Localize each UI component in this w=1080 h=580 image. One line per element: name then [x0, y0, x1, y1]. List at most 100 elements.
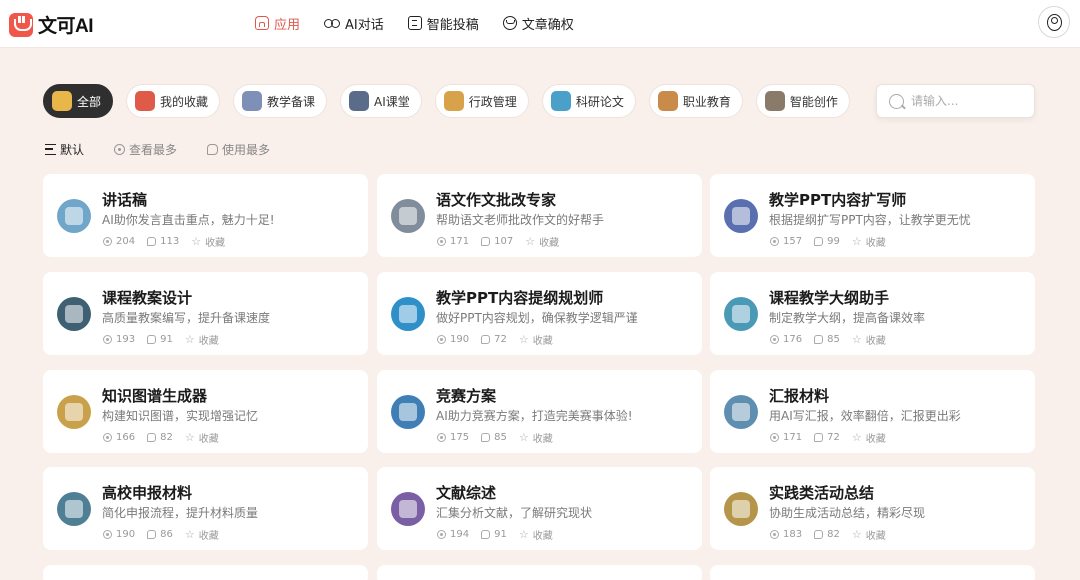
favorite-label[interactable]: 收藏 — [866, 332, 886, 347]
view-count: 166 — [116, 432, 136, 443]
view-icon — [437, 237, 446, 246]
star-icon[interactable]: ☆ — [852, 432, 862, 443]
sort-most-viewed[interactable]: 查看最多 — [114, 141, 177, 158]
chat-icon — [814, 237, 824, 246]
favorite-label[interactable]: 收藏 — [533, 527, 553, 542]
app-icon — [391, 199, 425, 233]
category-vocational[interactable]: 职业教育 — [648, 84, 743, 118]
star-icon[interactable]: ☆ — [185, 529, 195, 540]
favorite-label[interactable]: 收藏 — [199, 527, 219, 542]
favorite-label[interactable]: 收藏 — [866, 234, 886, 249]
app-card[interactable]: 文献综述 汇集分析文献，了解研究现状 194 91 ☆ 收藏 — [377, 467, 702, 550]
favorite-label[interactable]: 收藏 — [539, 234, 559, 249]
star-icon[interactable]: ☆ — [185, 334, 195, 345]
app-card[interactable]: 汇报材料 用AI写汇报，效率翻倍，汇报更出彩 171 72 ☆ 收藏 — [710, 370, 1035, 453]
chat-icon — [814, 530, 824, 539]
star-icon[interactable]: ☆ — [519, 432, 529, 443]
app-card[interactable]: 教学PPT内容扩写师 根据提纲扩写PPT内容，让教学更无忧 157 99 ☆ 收藏 — [710, 174, 1035, 257]
view-count: 157 — [783, 236, 803, 247]
app-card[interactable]: 知识图谱生成器 构建知识图谱，实现增强记忆 166 82 ☆ 收藏 — [43, 370, 368, 453]
category-favorites[interactable]: 我的收藏 — [126, 84, 221, 118]
category-label: 全部 — [77, 94, 102, 109]
favorite-label[interactable]: 收藏 — [533, 332, 553, 347]
chat-icon — [147, 335, 157, 344]
sort-most-used[interactable]: 使用最多 — [207, 141, 270, 158]
app-card[interactable]: 教学PPT内容提纲规划师 做好PPT内容规划，确保教学逻辑严谨 190 72 ☆… — [377, 272, 702, 355]
view-icon — [770, 237, 779, 246]
use-count: 113 — [160, 236, 180, 247]
favorite-label[interactable]: 收藏 — [205, 234, 225, 249]
star-icon[interactable]: ☆ — [185, 432, 195, 443]
search-input[interactable] — [911, 94, 1021, 108]
category-lesson-prep[interactable]: 教学备课 — [233, 84, 328, 118]
app-stats: 171 72 ☆ 收藏 — [770, 430, 886, 445]
view-icon — [770, 335, 779, 344]
top-header: 文可AI 应用 AI对话 智能投稿 文章确权 — [0, 0, 1080, 48]
category-administration[interactable]: 行政管理 — [434, 84, 529, 118]
category-creation[interactable]: 智能创作 — [755, 84, 850, 118]
view-count: 183 — [783, 529, 803, 540]
chat-icon — [481, 530, 491, 539]
category-label: AI课堂 — [374, 94, 410, 109]
category-filter-bar: 全部 我的收藏 教学备课 AI课堂 行政管理 科研论文 职业教育 智能创作 — [43, 84, 863, 118]
category-research[interactable]: 科研论文 — [541, 84, 636, 118]
app-card[interactable]: 语文作文批改专家 帮助语文老师批改作文的好帮手 171 107 ☆ 收藏 — [377, 174, 702, 257]
app-card[interactable]: 课程教案设计 高质量教案编写，提升备课速度 193 91 ☆ 收藏 — [43, 272, 368, 355]
app-card[interactable]: 实践类活动总结 协助生成活动总结，精彩尽现 183 82 ☆ 收藏 — [710, 467, 1035, 550]
nav-item-label: 文章确权 — [521, 17, 574, 33]
star-icon[interactable]: ☆ — [852, 334, 862, 345]
chat-icon — [481, 237, 491, 246]
star-icon[interactable]: ☆ — [519, 334, 529, 345]
app-icon — [57, 297, 91, 331]
robot-icon — [349, 91, 370, 111]
use-count: 91 — [160, 334, 173, 345]
view-icon — [114, 144, 126, 155]
app-title: 知识图谱生成器 — [102, 387, 208, 405]
brand-logo[interactable]: 文可AI — [9, 11, 94, 38]
star-icon[interactable]: ☆ — [519, 529, 529, 540]
star-icon[interactable]: ☆ — [191, 236, 201, 247]
notebook-icon — [242, 91, 263, 111]
category-label: 行政管理 — [468, 94, 517, 109]
app-stats: 194 91 ☆ 收藏 — [437, 527, 553, 542]
nav-item-apps[interactable]: 应用 — [255, 14, 300, 33]
view-count: 175 — [450, 432, 470, 443]
brand-name: 文可AI — [38, 16, 94, 37]
app-title: 实践类活动总结 — [769, 484, 875, 502]
category-all[interactable]: 全部 — [43, 84, 114, 118]
app-title: 文献综述 — [436, 484, 497, 502]
sort-default[interactable]: 默认 — [45, 141, 84, 158]
nav-item-ai-chat[interactable]: AI对话 — [324, 14, 384, 33]
chat-icon — [147, 433, 157, 442]
favorite-label[interactable]: 收藏 — [866, 527, 886, 542]
star-icon[interactable]: ☆ — [852, 529, 862, 540]
category-label: 科研论文 — [575, 94, 624, 109]
category-ai-classroom[interactable]: AI课堂 — [340, 84, 422, 118]
favorite-label[interactable]: 收藏 — [199, 332, 219, 347]
app-card[interactable]: 竞赛方案 AI助力竞赛方案，打造完美赛事体验! 175 85 ☆ 收藏 — [377, 370, 702, 453]
view-count: 193 — [116, 334, 136, 345]
chat-icon — [481, 433, 491, 442]
nav-item-label: AI对话 — [345, 17, 384, 33]
app-stats: 190 72 ☆ 收藏 — [437, 332, 553, 347]
app-icon — [391, 395, 425, 429]
app-card-partial[interactable] — [377, 565, 702, 580]
app-card-partial[interactable] — [710, 565, 1035, 580]
nav-item-copyright[interactable]: 文章确权 — [502, 14, 574, 33]
app-card[interactable]: 课程教学大纲助手 制定教学大纲，提高备课效率 176 85 ☆ 收藏 — [710, 272, 1035, 355]
favorite-label[interactable]: 收藏 — [533, 430, 553, 445]
user-avatar-button[interactable] — [1038, 6, 1070, 38]
app-card-partial[interactable] — [43, 565, 368, 580]
star-icon[interactable]: ☆ — [852, 236, 862, 247]
app-card[interactable]: 讲话稿 AI助你发言直击重点，魅力十足! 204 113 ☆ 收藏 — [43, 174, 368, 257]
favorite-label[interactable]: 收藏 — [199, 430, 219, 445]
nav-item-submission[interactable]: 智能投稿 — [407, 14, 479, 33]
star-icon[interactable]: ☆ — [525, 236, 535, 247]
app-description: 根据提纲扩写PPT内容，让教学更无忧 — [769, 213, 971, 227]
view-icon — [103, 237, 112, 246]
view-count: 204 — [116, 236, 136, 247]
app-icon — [724, 395, 758, 429]
favorite-label[interactable]: 收藏 — [866, 430, 886, 445]
list-icon — [45, 144, 56, 155]
app-card[interactable]: 高校申报材料 简化申报流程，提升材料质量 190 86 ☆ 收藏 — [43, 467, 368, 550]
